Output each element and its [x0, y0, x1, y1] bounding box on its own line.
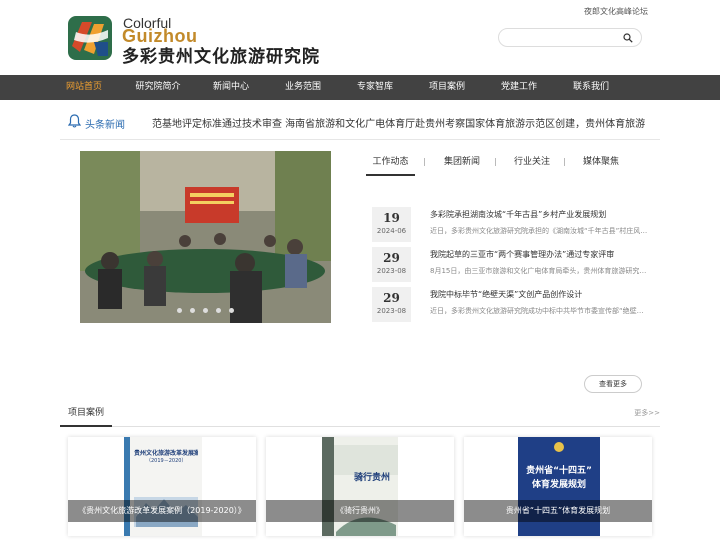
ticker-label: 头条新闻 [85, 120, 125, 131]
headline-ticker: 头条新闻 范基地评定标准通过技术审查 海南省旅游和文化广电体育厅赴贵州考察国家体… [60, 104, 660, 140]
book-title: 贵州文化旅游改革发展案例 [134, 450, 198, 457]
slider-dots [80, 298, 331, 317]
news-title[interactable]: 多彩院承担湖南汝城“千年古县”乡村产业发展规划 [430, 209, 660, 220]
logo-text-chinese: 多彩贵州文化旅游研究院 [122, 47, 320, 67]
case-card[interactable]: 骑行贵州 《骑行贵州》 [266, 437, 454, 536]
date-year-month: 2023-08 [376, 267, 407, 275]
search-icon[interactable] [623, 33, 633, 43]
logo-icon[interactable] [68, 16, 112, 60]
slider-dot[interactable] [203, 308, 208, 313]
nav-item-contact[interactable]: 联系我们 [569, 75, 613, 100]
photo-slider[interactable] [80, 151, 331, 323]
ticker-text[interactable]: 范基地评定标准通过技术审查 海南省旅游和文化广电体育厅赴贵州考察国家体育旅游示范… [152, 115, 660, 130]
date-year-month: 2024-06 [376, 227, 407, 235]
nav-item-cases[interactable]: 项目案例 [425, 75, 469, 100]
tab-separator: | [563, 157, 566, 166]
date-box: 19 2024-06 [372, 207, 411, 242]
slider-dot[interactable] [190, 308, 195, 313]
slider-dot[interactable] [216, 308, 221, 313]
date-box: 29 2023-08 [372, 287, 411, 322]
news-item[interactable]: 29 2023-08 我院中标毕节“绝壁天渠”文创产品创作设计 近日，多彩贵州文… [372, 287, 660, 322]
tab-work-updates[interactable]: 工作动态 [366, 152, 415, 176]
search-input[interactable] [498, 28, 642, 47]
cases-more-link[interactable]: 更多>> [634, 408, 660, 418]
book-title-line1: 贵州省“十四五” [526, 466, 592, 476]
book-title: 骑行贵州 [354, 473, 391, 483]
nav-item-party[interactable]: 党建工作 [497, 75, 541, 100]
news-item[interactable]: 29 2023-08 我院起草的三亚市“两个赛事管理办法”通过专家评审 8月15… [372, 247, 660, 282]
bell-icon [68, 114, 81, 128]
news-desc: 近日，多彩贵州文化旅游研究院成功中标中共毕节市委宣传部“绝壁… [430, 307, 644, 315]
cases-header: 项目案例 更多>> [60, 402, 660, 427]
nav-item-experts[interactable]: 专家智库 [353, 75, 397, 100]
case-caption[interactable]: 《骑行贵州》 [266, 500, 454, 522]
date-day: 29 [383, 291, 400, 305]
news-item[interactable]: 19 2024-06 多彩院承担湖南汝城“千年古县”乡村产业发展规划 近日，多彩… [372, 207, 660, 242]
tab-separator: | [423, 157, 426, 166]
case-card[interactable]: 贵州省“十四五” 体育发展规划 贵州省“十四五”体育发展规划 [464, 437, 652, 536]
news-tabs: 工作动态 | 集团新闻 | 行业关注 | 媒体聚焦 [366, 152, 660, 176]
date-box: 29 2023-08 [372, 247, 411, 282]
site-header: Colorful Guizhou 多彩贵州文化旅游研究院 夜郎文化高峰论坛 [0, 0, 720, 75]
cases-title[interactable]: 项目案例 [60, 402, 113, 427]
tab-separator: | [494, 157, 497, 166]
case-caption[interactable]: 贵州省“十四五”体育发展规划 [464, 500, 652, 522]
book-title-line2: 体育发展规划 [531, 480, 586, 490]
news-desc: 近日，多彩贵州文化旅游研究院承担的《湖南汝城“千年古县”村庄风… [430, 227, 648, 235]
news-title[interactable]: 我院起草的三亚市“两个赛事管理办法”通过专家评审 [430, 249, 660, 260]
main-nav: 网站首页 研究院简介 新闻中心 业务范围 专家智库 项目案例 党建工作 联系我们 [0, 75, 720, 100]
tab-group-news[interactable]: 集团新闻 [444, 152, 480, 176]
slider-dot[interactable] [177, 308, 182, 313]
nav-item-business[interactable]: 业务范围 [281, 75, 325, 100]
nav-item-about[interactable]: 研究院简介 [134, 75, 182, 100]
tab-industry[interactable]: 行业关注 [514, 152, 550, 176]
date-day: 29 [383, 251, 400, 265]
forum-link[interactable]: 夜郎文化高峰论坛 [584, 6, 648, 17]
news-title[interactable]: 我院中标毕节“绝壁天渠”文创产品创作设计 [430, 289, 660, 300]
nav-item-news[interactable]: 新闻中心 [209, 75, 253, 100]
date-day: 19 [383, 211, 400, 225]
nav-item-home[interactable]: 网站首页 [62, 75, 106, 100]
view-more-button[interactable]: 查看更多 [584, 375, 642, 393]
date-year-month: 2023-08 [376, 307, 407, 315]
slider-dot[interactable] [229, 308, 234, 313]
book-subtitle: （2019－2020） [146, 458, 187, 464]
news-desc: 8月15日，由三亚市旅游和文化广电体育局牵头，贵州体育旅游研究… [430, 267, 647, 275]
tab-media[interactable]: 媒体聚焦 [583, 152, 619, 176]
case-caption[interactable]: 《贵州文化旅游改革发展案例（2019-2020）》 [68, 500, 256, 522]
case-card[interactable]: 贵州文化旅游改革发展案例 （2019－2020） 《贵州文化旅游改革发展案例（2… [68, 437, 256, 536]
